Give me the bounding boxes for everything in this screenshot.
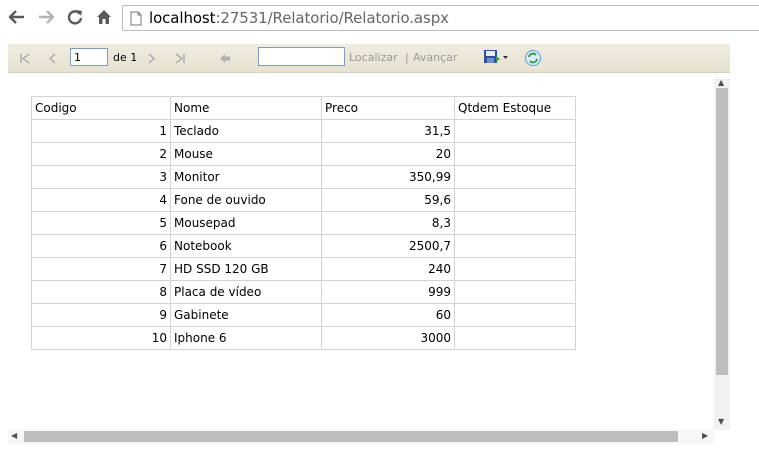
table-cell-estoque	[454, 303, 576, 327]
table-cell-estoque	[454, 142, 576, 166]
table-cell-codigo: 7	[31, 257, 171, 281]
export-save-icon[interactable]	[483, 49, 509, 65]
scroll-up-arrow-icon[interactable]: ▲	[718, 79, 724, 87]
report-toolbar: de 1 Localizar | Avançar	[8, 44, 730, 73]
table-cell-nome: Gabinete	[170, 303, 322, 327]
find-text-input[interactable]	[258, 47, 345, 66]
table-cell-nome: Iphone 6	[170, 326, 322, 350]
table-row: 3 Monitor 350,99	[31, 165, 576, 189]
table-cell-preco: 999	[321, 280, 455, 304]
table-cell-nome: Placa de vídeo	[170, 280, 322, 304]
back-arrow-icon[interactable]	[6, 6, 28, 28]
table-cell-estoque	[454, 165, 576, 189]
table-cell-codigo: 9	[31, 303, 171, 327]
vertical-scrollbar[interactable]: ▲ ▼	[714, 78, 730, 430]
find-next-link[interactable]: Avançar	[413, 51, 457, 64]
refresh-icon[interactable]	[524, 49, 542, 67]
table-header-row: Codigo Nome Preco Qtdem Estoque	[31, 96, 576, 120]
table-cell-estoque	[454, 280, 576, 304]
column-header: Qtdem Estoque	[454, 96, 576, 120]
column-header: Preco	[321, 96, 455, 120]
table-cell-estoque	[454, 257, 576, 281]
table-cell-estoque	[454, 188, 576, 212]
address-bar[interactable]: localhost:27531/Relatorio/Relatorio.aspx	[122, 5, 759, 31]
table-row: 7 HD SSD 120 GB 240	[31, 257, 576, 281]
horizontal-scrollbar[interactable]: ◀ ▶	[8, 429, 714, 444]
table-cell-codigo: 6	[31, 234, 171, 258]
table-cell-preco: 240	[321, 257, 455, 281]
table-cell-codigo: 3	[31, 165, 171, 189]
table-cell-estoque	[454, 234, 576, 258]
table-cell-estoque	[454, 119, 576, 143]
scroll-left-arrow-icon[interactable]: ◀	[11, 432, 17, 440]
table-row: 9 Gabinete 60	[31, 303, 576, 327]
table-row: 2 Mouse 20	[31, 142, 576, 166]
table-row: 10 Iphone 6 3000	[31, 326, 576, 350]
table-cell-nome: HD SSD 120 GB	[170, 257, 322, 281]
table-cell-preco: 2500,7	[321, 234, 455, 258]
last-page-icon[interactable]	[173, 51, 187, 65]
table-row: 8 Placa de vídeo 999	[31, 280, 576, 304]
table-row: 6 Notebook 2500,7	[31, 234, 576, 258]
column-header: Codigo	[31, 96, 171, 120]
table-cell-nome: Mousepad	[170, 211, 322, 235]
table-cell-codigo: 2	[31, 142, 171, 166]
table-cell-estoque	[454, 326, 576, 350]
vertical-scroll-thumb[interactable]	[716, 88, 728, 375]
find-link[interactable]: Localizar	[349, 51, 398, 64]
column-header: Nome	[170, 96, 322, 120]
back-to-parent-icon[interactable]	[218, 51, 232, 65]
page-count-label: de 1	[113, 51, 138, 64]
table-row: 5 Mousepad 8,3	[31, 211, 576, 235]
table-cell-preco: 31,5	[321, 119, 455, 143]
horizontal-scroll-thumb[interactable]	[24, 431, 678, 442]
table-cell-codigo: 1	[31, 119, 171, 143]
browser-toolbar: localhost:27531/Relatorio/Relatorio.aspx	[0, 0, 759, 36]
page-icon	[130, 11, 142, 29]
table-cell-preco: 3000	[321, 326, 455, 350]
table-cell-nome: Fone de ouvido	[170, 188, 322, 212]
find-separator: |	[405, 51, 409, 64]
table-cell-preco: 60	[321, 303, 455, 327]
table-row: 1 Teclado 31,5	[31, 119, 576, 143]
page-number-input[interactable]	[70, 48, 108, 66]
table-cell-estoque	[454, 211, 576, 235]
table-cell-nome: Notebook	[170, 234, 322, 258]
table-cell-codigo: 10	[31, 326, 171, 350]
table-cell-preco: 20	[321, 142, 455, 166]
table-cell-nome: Monitor	[170, 165, 322, 189]
scroll-down-arrow-icon[interactable]: ▼	[718, 418, 724, 426]
table-cell-preco: 350,99	[321, 165, 455, 189]
table-cell-codigo: 4	[31, 188, 171, 212]
table-cell-preco: 59,6	[321, 188, 455, 212]
first-page-icon[interactable]	[18, 51, 32, 65]
table-cell-codigo: 5	[31, 211, 171, 235]
next-page-icon[interactable]	[146, 51, 158, 65]
url-text: localhost:27531/Relatorio/Relatorio.aspx	[149, 9, 449, 27]
table-row: 4 Fone de ouvido 59,6	[31, 188, 576, 212]
scroll-right-arrow-icon[interactable]: ▶	[702, 432, 708, 440]
table-cell-preco: 8,3	[321, 211, 455, 235]
previous-page-icon[interactable]	[46, 51, 58, 65]
reload-icon[interactable]	[64, 6, 86, 28]
table-cell-nome: Mouse	[170, 142, 322, 166]
table-cell-codigo: 8	[31, 280, 171, 304]
data-table: Codigo Nome Preco Qtdem Estoque 1 Teclad…	[31, 96, 576, 350]
report-content: Codigo Nome Preco Qtdem Estoque 1 Teclad…	[8, 73, 730, 430]
home-icon[interactable]	[93, 6, 115, 28]
forward-arrow-icon[interactable]	[35, 6, 57, 28]
table-cell-nome: Teclado	[170, 119, 322, 143]
